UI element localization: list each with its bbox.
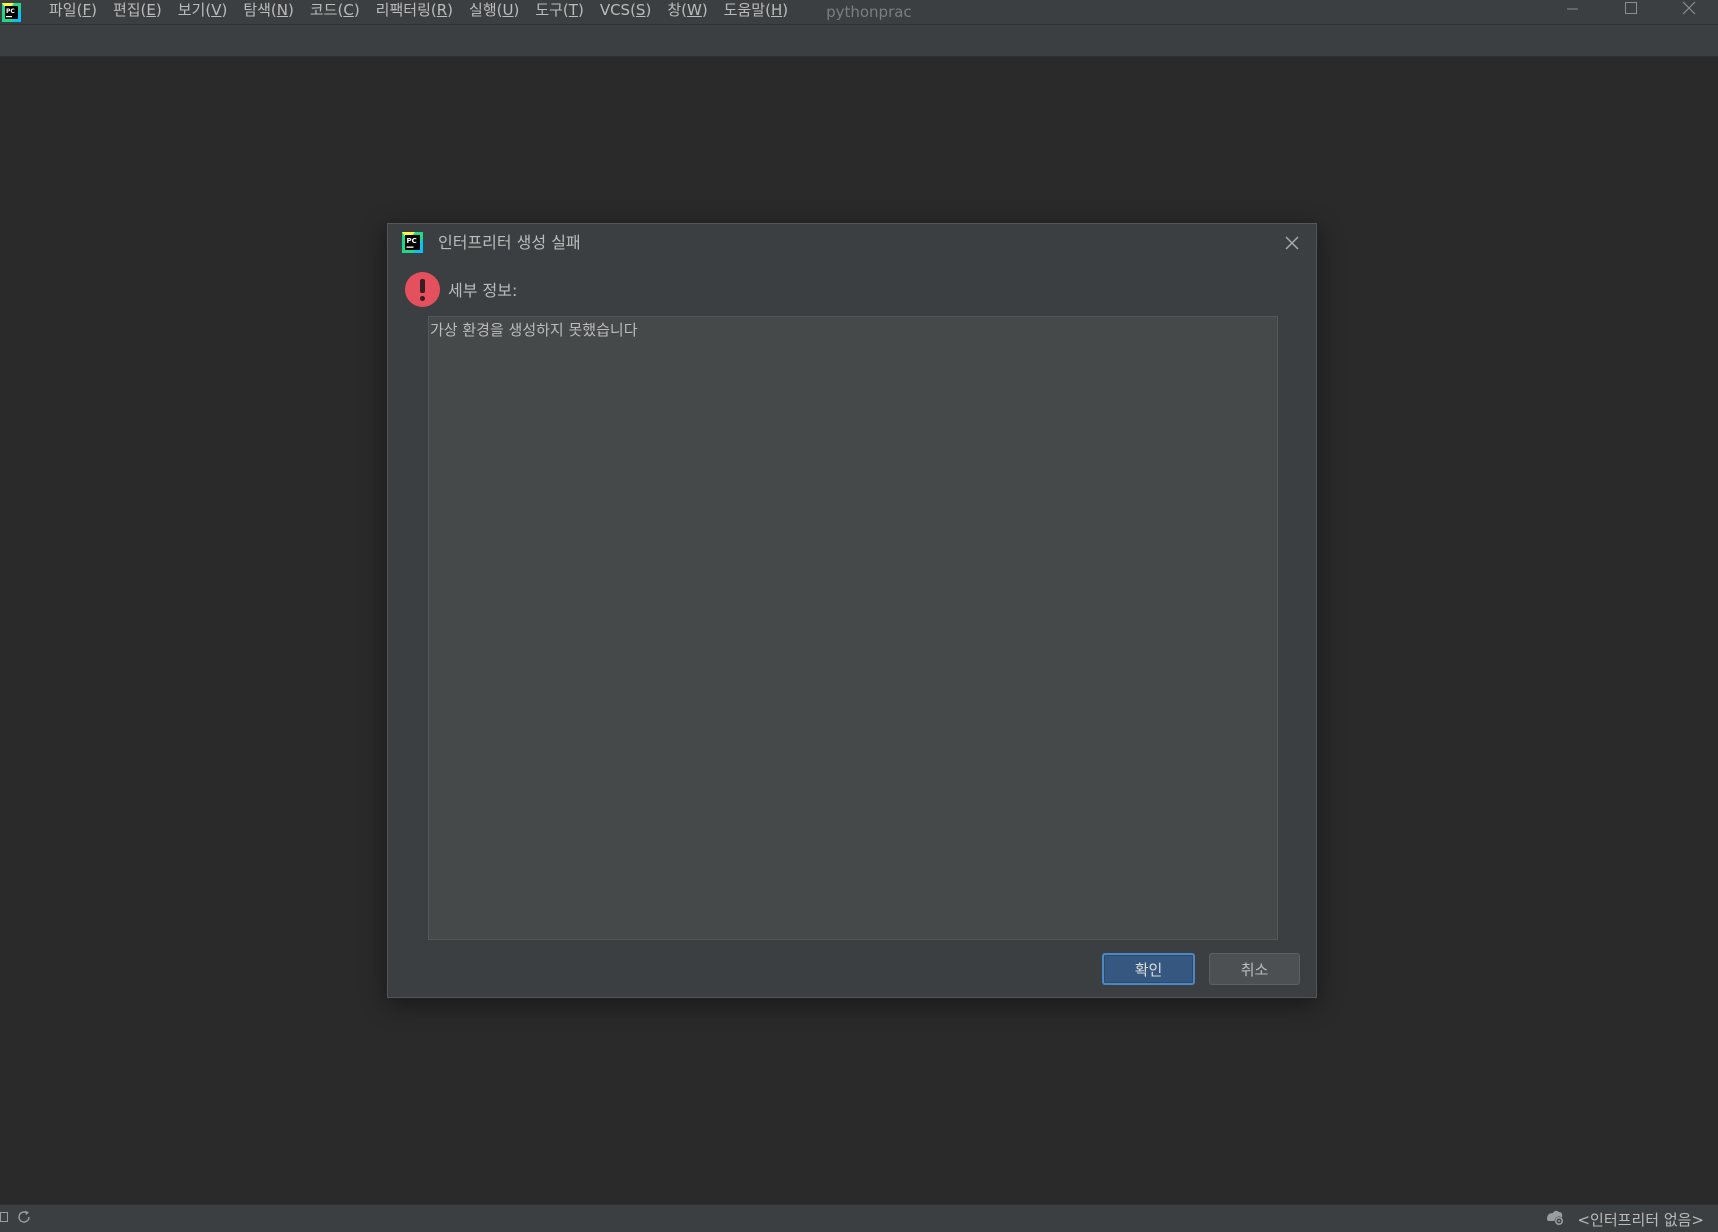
details-label: 세부 정보: bbox=[448, 281, 518, 300]
minimize-icon[interactable] bbox=[1544, 0, 1602, 25]
menu-item-label: 도구( bbox=[535, 0, 569, 19]
status-left bbox=[0, 1209, 32, 1229]
close-icon[interactable] bbox=[1282, 233, 1302, 253]
menu-item-mnemonic: V bbox=[211, 0, 222, 19]
menu-item-t[interactable]: 도구(T) bbox=[527, 0, 591, 25]
dialog-header[interactable]: PC 인터프리터 생성 실패 bbox=[388, 224, 1316, 262]
menu-item-label: 파일( bbox=[49, 0, 83, 19]
menu-item-label: 리팩터링( bbox=[375, 0, 437, 19]
window-close-icon[interactable] bbox=[1660, 0, 1718, 25]
tool-window-toggle-icon[interactable] bbox=[0, 1209, 10, 1229]
interpreter-status[interactable]: <인터프리터 없음> bbox=[1577, 1209, 1704, 1230]
menu-item-suffix: ) bbox=[447, 0, 454, 19]
menu-item-label: 보기( bbox=[177, 0, 212, 19]
project-title: pythonprac bbox=[826, 3, 912, 21]
menu-item-suffix: ) bbox=[645, 0, 652, 19]
details-text-area[interactable] bbox=[428, 316, 1278, 940]
menu-item-suffix: ) bbox=[155, 0, 162, 19]
dialog-title: 인터프리터 생성 실패 bbox=[438, 233, 581, 252]
menu-item-label: 코드( bbox=[309, 0, 344, 19]
svg-text:PC: PC bbox=[6, 8, 15, 15]
ok-button[interactable]: 확인 bbox=[1102, 953, 1195, 985]
menu-item-n[interactable]: 탐색(N) bbox=[235, 0, 302, 25]
menu-item-mnemonic: U bbox=[502, 0, 514, 19]
status-right: <인터프리터 없음> bbox=[1543, 1205, 1704, 1232]
maximize-icon[interactable] bbox=[1602, 0, 1660, 25]
main-menu: 파일(F) 편집(E) 보기(V) 탐색(N) 코드(C) 리팩터링(R) 실행(U) 도구(… bbox=[41, 0, 796, 25]
menu-item-e[interactable]: 편집(E) bbox=[105, 0, 170, 25]
menu-item-v[interactable]: 보기(V) bbox=[170, 0, 236, 25]
menu-item-mnemonic: H bbox=[770, 0, 783, 19]
menu-item-mnemonic: R bbox=[436, 0, 448, 19]
menu-item-mnemonic: E bbox=[146, 0, 156, 19]
menu-item-suffix: ) bbox=[701, 0, 708, 19]
menu-item-suffix: ) bbox=[353, 0, 360, 19]
menu-item-suffix: ) bbox=[782, 0, 789, 19]
sync-icon[interactable] bbox=[16, 1209, 32, 1229]
menu-item-label: 탐색( bbox=[243, 0, 277, 19]
svg-text:PC: PC bbox=[407, 237, 417, 245]
menu-item-label: 편집( bbox=[112, 0, 147, 19]
menu-item-h[interactable]: 도움말(H) bbox=[716, 0, 796, 25]
menu-item-suffix: ) bbox=[91, 0, 97, 19]
error-icon bbox=[405, 272, 440, 307]
menu-item-suffix: ) bbox=[288, 0, 294, 19]
menu-item-f[interactable]: 파일(F) bbox=[41, 0, 105, 25]
ide-window: PC 파일(F) 편집(E) 보기(V) 탐색(N) 코드(C) 리팩터링(R) 실행(U)… bbox=[0, 0, 1718, 1232]
menu-item-mnemonic: F bbox=[82, 0, 92, 19]
menu-item-suffix: ) bbox=[513, 0, 520, 19]
menu-item-suffix: ) bbox=[577, 0, 584, 19]
window-controls bbox=[1544, 0, 1718, 25]
cancel-button[interactable]: 취소 bbox=[1209, 953, 1300, 985]
menu-item-r[interactable]: 리팩터링(R) bbox=[368, 0, 461, 25]
title-bar: PC 파일(F) 편집(E) 보기(V) 탐색(N) 코드(C) 리팩터링(R) 실행(U)… bbox=[0, 0, 1718, 25]
menu-item-label: 창( bbox=[667, 0, 687, 19]
settings-gear-icon[interactable] bbox=[1543, 1207, 1565, 1231]
menu-item-u[interactable]: 실행(U) bbox=[461, 0, 527, 25]
menu-item-mnemonic: W bbox=[686, 0, 702, 19]
menu-item-c[interactable]: 코드(C) bbox=[302, 0, 368, 25]
menu-item-w[interactable]: 창(W) bbox=[659, 0, 715, 25]
menu-item-label: 도움말( bbox=[723, 0, 771, 19]
interpreter-error-dialog: PC 인터프리터 생성 실패 세부 정보: 확인 취소 bbox=[387, 223, 1317, 998]
menu-item-mnemonic: T bbox=[568, 0, 578, 19]
menu-item-mnemonic: N bbox=[276, 0, 289, 19]
status-bar: <인터프리터 없음> bbox=[0, 1204, 1718, 1232]
menu-item-mnemonic: C bbox=[343, 0, 354, 19]
toolbar bbox=[0, 25, 1718, 57]
menu-item-label: 실행( bbox=[469, 0, 503, 19]
menu-item-suffix: ) bbox=[221, 0, 228, 19]
pycharm-logo-icon: PC bbox=[2, 2, 21, 22]
pycharm-logo-icon: PC bbox=[402, 232, 423, 253]
menu-item-s[interactable]: VCS(S) bbox=[592, 0, 660, 25]
menu-item-label: VCS( bbox=[599, 0, 636, 19]
